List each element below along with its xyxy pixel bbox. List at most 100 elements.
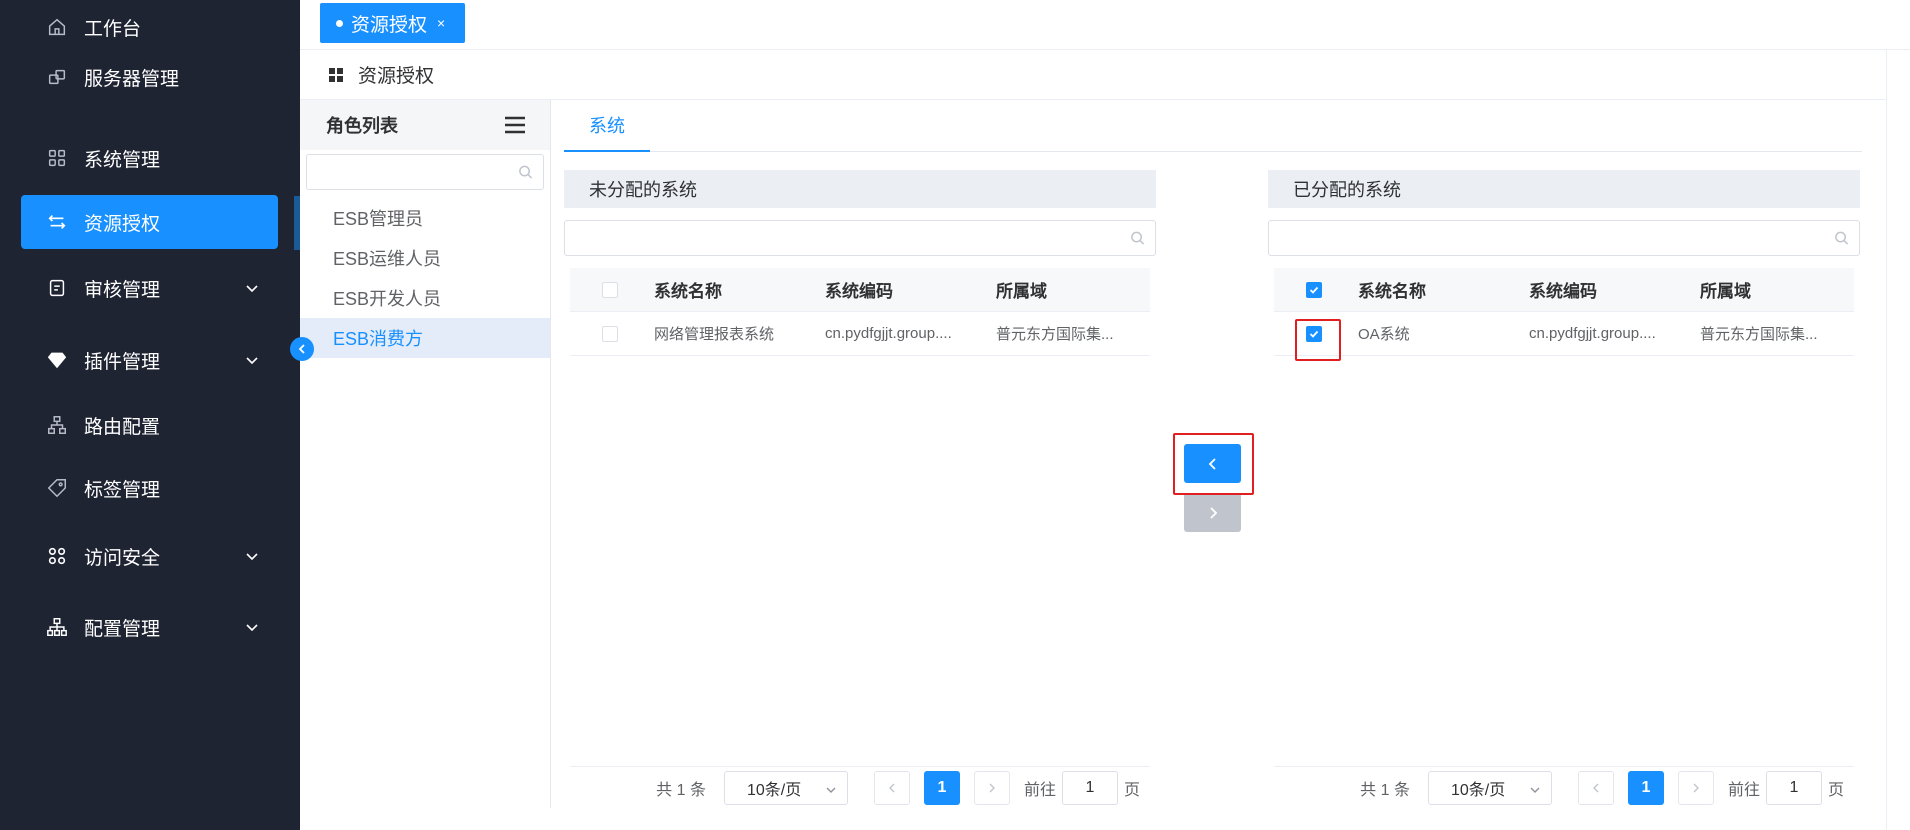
unassigned-search-box — [564, 220, 1156, 256]
total-count: 共 1 条 — [656, 781, 706, 799]
route-icon — [46, 414, 68, 436]
row-checkbox[interactable] — [602, 325, 618, 342]
chevron-left-icon — [888, 783, 895, 792]
role-search-box — [306, 154, 544, 190]
chevron-down-icon — [246, 553, 258, 561]
row-checkbox[interactable] — [1306, 325, 1322, 342]
prev-page-button[interactable] — [1577, 770, 1614, 805]
move-to-unassigned-button[interactable] — [1184, 444, 1241, 483]
page-scrollbar[interactable] — [1886, 50, 1910, 830]
goto-page-input[interactable]: 1 — [1061, 770, 1118, 805]
column-header-name: 系统名称 — [654, 282, 722, 301]
role-item-esb-admin[interactable]: ESB管理员 — [300, 198, 550, 238]
page-suffix: 页 — [1827, 781, 1844, 799]
role-list: ESB管理员 ESB运维人员 ESB开发人员 ESB消费方 — [300, 198, 550, 358]
sidebar-item-label: 配置管理 — [84, 618, 161, 640]
tag-resource-auth[interactable]: 资源授权 × — [320, 3, 466, 43]
chevron-left-icon — [1208, 457, 1216, 470]
search-icon — [519, 165, 533, 179]
next-page-button[interactable] — [1677, 770, 1714, 805]
sidebar-item-server-management[interactable]: 服务器管理 — [21, 50, 278, 104]
column-header-code: 系统编码 — [825, 282, 893, 301]
page-title: 资源授权 — [358, 66, 435, 87]
system-code: cn.pydfgjjt.group.... — [1529, 325, 1656, 342]
unassigned-table: 系统名称 系统编码 所属域 网络管理报表系统 cn.pydfgjjt.group… — [570, 268, 1150, 356]
column-header-domain: 所属域 — [996, 282, 1047, 301]
chevron-down-icon — [826, 787, 836, 793]
page-number-current[interactable]: 1 — [1627, 770, 1664, 805]
sidebar-item-resource-auth[interactable]: 资源授权 — [21, 195, 278, 249]
role-list-title: 角色列表 — [326, 116, 398, 136]
sidebar-item-route-config[interactable]: 路由配置 — [21, 398, 278, 452]
tag-bar: 资源授权 × — [300, 0, 1910, 50]
column-header-domain: 所属域 — [1700, 282, 1751, 301]
select-all-checkbox[interactable] — [1306, 281, 1322, 298]
sidebar: 工作台 服务器管理 系统管理 资源授权 审核管理 插件管理 路由配置 标签管理 … — [0, 0, 300, 830]
role-panel: 角色列表 ESB管理员 ESB运维人员 ESB开发人员 ESB消费方 — [300, 100, 551, 808]
sidebar-collapse-button[interactable] — [290, 337, 314, 361]
role-item-esb-dev[interactable]: ESB开发人员 — [300, 278, 550, 318]
menu-icon[interactable] — [504, 115, 526, 135]
assigned-pagination: 共 1 条 10条/页 1 前往 1 页 — [1274, 766, 1854, 808]
chevron-left-icon — [298, 344, 305, 354]
sidebar-item-label: 工作台 — [84, 18, 142, 40]
sidebar-item-workbench[interactable]: 工作台 — [21, 0, 278, 54]
sidebar-item-label: 资源授权 — [84, 213, 161, 235]
assigned-title: 已分配的系统 — [1268, 170, 1860, 208]
org-icon — [46, 616, 68, 638]
assigned-panel: 已分配的系统 系统名称 系统编码 所属域 OA系统 cn.pydfgjjt.gr… — [1268, 170, 1860, 808]
role-search-input[interactable] — [307, 155, 543, 189]
chevron-down-icon — [246, 357, 258, 365]
chevron-right-icon — [989, 783, 995, 792]
role-item-esb-consumer[interactable]: ESB消费方 — [300, 318, 550, 358]
column-header-code: 系统编码 — [1529, 282, 1597, 301]
sidebar-item-config-management[interactable]: 配置管理 — [21, 600, 278, 654]
page-size-select[interactable]: 10条/页 — [1427, 770, 1552, 805]
role-item-esb-ops[interactable]: ESB运维人员 — [300, 238, 550, 278]
sidebar-item-tag-management[interactable]: 标签管理 — [21, 461, 278, 515]
system-name: OA系统 — [1358, 326, 1410, 343]
total-count: 共 1 条 — [1360, 781, 1410, 799]
security-icon — [46, 545, 68, 567]
close-icon[interactable]: × — [437, 15, 445, 31]
system-domain: 普元东方国际集... — [1700, 326, 1818, 343]
assigned-search-input[interactable] — [1269, 221, 1859, 255]
prev-page-button[interactable] — [873, 770, 910, 805]
page-size-select[interactable]: 10条/页 — [723, 770, 848, 805]
page-number-current[interactable]: 1 — [923, 770, 960, 805]
table-row[interactable]: 网络管理报表系统 cn.pydfgjjt.group.... 普元东方国际集..… — [570, 312, 1150, 356]
table-header: 系统名称 系统编码 所属域 — [570, 268, 1150, 312]
unassigned-title: 未分配的系统 — [564, 170, 1156, 208]
grid-icon — [328, 67, 344, 83]
check-icon — [1309, 330, 1319, 338]
check-icon — [1309, 286, 1319, 294]
sidebar-item-label: 审核管理 — [84, 279, 161, 301]
tag-label: 资源授权 — [351, 14, 428, 36]
sidebar-item-audit-management[interactable]: 审核管理 — [21, 261, 278, 315]
sidebar-item-plugin-management[interactable]: 插件管理 — [21, 333, 278, 387]
next-page-button[interactable] — [973, 770, 1010, 805]
sidebar-item-label: 服务器管理 — [84, 68, 180, 90]
system-name: 网络管理报表系统 — [654, 326, 775, 343]
main-tabs: 系统 — [564, 100, 1862, 152]
move-to-assigned-button[interactable] — [1184, 493, 1241, 532]
unassigned-search-input[interactable] — [565, 221, 1155, 255]
column-header-name: 系统名称 — [1358, 282, 1426, 301]
sidebar-item-label: 路由配置 — [84, 416, 161, 438]
tab-system[interactable]: 系统 — [564, 100, 650, 152]
chevron-down-icon — [246, 285, 258, 293]
goto-label: 前往 — [1023, 781, 1056, 799]
search-icon — [1131, 231, 1145, 245]
table-row[interactable]: OA系统 cn.pydfgjjt.group.... 普元东方国际集... — [1274, 312, 1854, 361]
sidebar-item-system-management[interactable]: 系统管理 — [21, 131, 278, 185]
page-suffix: 页 — [1123, 781, 1140, 799]
goto-label: 前往 — [1727, 781, 1760, 799]
apps-icon — [46, 147, 68, 169]
chevron-right-icon — [1209, 506, 1217, 519]
chevron-left-icon — [1592, 783, 1599, 792]
system-code: cn.pydfgjjt.group.... — [825, 325, 952, 342]
sidebar-item-access-security[interactable]: 访问安全 — [21, 529, 278, 583]
sidebar-item-label: 访问安全 — [84, 547, 161, 569]
goto-page-input[interactable]: 1 — [1765, 770, 1822, 805]
select-all-checkbox[interactable] — [602, 281, 618, 298]
